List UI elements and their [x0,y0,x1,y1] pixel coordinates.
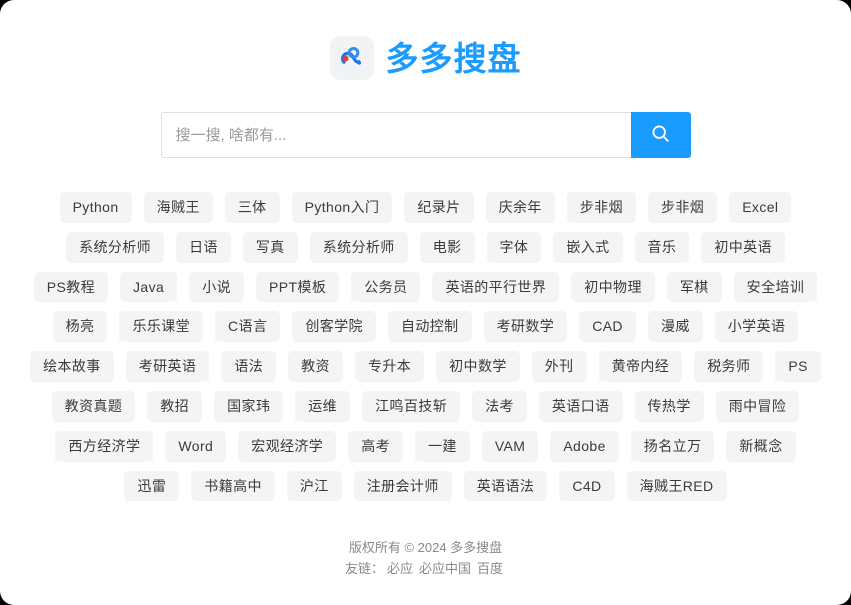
hot-tag[interactable]: C4D [559,470,615,502]
hot-tag[interactable]: 沪江 [286,470,342,502]
hot-tag[interactable]: 专升本 [354,351,425,382]
hot-tag[interactable]: 纪录片 [404,192,474,223]
hot-tag[interactable]: 传热学 [634,390,704,422]
hot-tag[interactable]: 江鸣百技斩 [362,390,461,422]
hot-tag[interactable]: C语言 [215,311,281,343]
hot-tag[interactable]: 新概念 [726,430,796,462]
hot-tag[interactable]: Word [165,430,227,462]
hot-tag[interactable]: 初中物理 [571,271,655,303]
hot-tag[interactable]: PS教程 [33,271,108,303]
cloud-disk-logo-icon [329,36,374,80]
hot-tag[interactable]: 注册会计师 [353,470,452,502]
hot-tag[interactable]: 小说 [189,271,244,303]
hot-tag[interactable]: Python入门 [291,192,393,223]
hot-tag[interactable]: 语法 [221,351,277,382]
hot-tag[interactable]: 写真 [242,231,298,263]
hot-tag[interactable]: 雨中冒险 [715,390,800,422]
search-input[interactable] [160,112,631,158]
hot-tag[interactable]: 庆余年 [485,192,555,223]
hot-tag[interactable]: 小学英语 [714,311,799,343]
hot-tag[interactable]: 扬名立万 [630,430,715,462]
hot-tag[interactable]: 海贼王 [143,192,213,223]
hot-tag[interactable]: 创客学院 [292,311,376,343]
hot-tag[interactable]: 安全培训 [733,271,818,303]
friend-link[interactable]: 必应 [387,561,413,576]
search-bar [160,112,691,158]
hot-tag[interactable]: 税务师 [694,351,764,382]
hot-tag[interactable]: 初中英语 [701,231,785,263]
friend-links-container: 必应 必应中国 百度 [384,561,506,576]
search-icon [650,123,671,147]
hot-tag[interactable]: 三体 [224,192,280,223]
hot-tag-list: Python 海贼王 三体 Python入门 纪录片 庆余年 步非烟 步非烟 Excel 系统分析… [26,192,826,502]
hot-tag[interactable]: 运维 [295,390,351,422]
hot-tag[interactable]: CAD [579,311,636,343]
hot-tag[interactable]: 海贼王RED [626,470,727,502]
hot-tag[interactable]: Python [59,192,132,223]
hot-tag[interactable]: 英语口语 [538,390,623,422]
page-root: 多多搜盘 Python海贼王三体Python入门纪录片庆余年步非烟步非烟Exce… [0,0,851,605]
hot-tag[interactable]: 考研英语 [125,351,210,382]
site-logo[interactable]: 多多搜盘 [329,36,522,80]
friend-link[interactable]: 百度 [477,561,503,576]
hot-tag[interactable]: 英语语法 [463,470,548,502]
hot-tag[interactable]: 高考 [348,430,403,462]
hot-tag[interactable]: 步非烟 [566,192,636,223]
hot-tag[interactable]: Excel [729,192,792,223]
friend-links-row: 友链： 必应 必应中国 百度 [0,558,851,579]
hot-tag[interactable]: 国家玮 [214,390,284,422]
hot-tag[interactable]: PPT模板 [256,271,340,303]
search-button[interactable] [630,112,691,158]
hot-tag[interactable]: 系统分析师 [66,231,165,263]
hot-tag[interactable]: 法考 [472,390,527,422]
footer: 版权所有 © 2024 多多搜盘 友链： 必应 必应中国 百度 [0,537,851,579]
hot-tag[interactable]: 自动控制 [387,311,472,343]
hot-tag[interactable]: 初中数学 [436,351,520,382]
hot-tag[interactable]: 字体 [486,231,542,263]
hot-tag[interactable]: 杨亮 [52,311,108,343]
hot-tag[interactable]: 西方经济学 [55,430,154,462]
hot-tag[interactable]: 电影 [419,231,475,263]
hot-tag[interactable]: 宏观经济学 [238,430,337,462]
hot-tag[interactable]: 嵌入式 [553,231,623,263]
hot-tag[interactable]: VAM [481,430,539,462]
hot-tag[interactable]: 军棋 [666,271,722,303]
hot-tag[interactable]: 日语 [176,231,231,263]
hot-tag[interactable]: 英语的平行世界 [432,271,560,303]
hot-tag[interactable]: 黄帝内经 [598,351,683,382]
friend-link[interactable]: 必应中国 [419,561,471,576]
hot-tag[interactable]: 步非烟 [647,192,718,223]
hot-tag[interactable]: 一建 [415,430,470,462]
site-title: 多多搜盘 [385,39,522,77]
hot-tag[interactable]: 公务员 [351,271,421,303]
copyright-text: 版权所有 © 2024 多多搜盘 [348,540,503,555]
hot-tag[interactable]: 外刊 [531,351,587,382]
friend-links-label: 友链： [344,561,384,576]
hot-tag[interactable]: 书籍高中 [191,470,275,502]
hot-tag[interactable]: PS [775,351,821,382]
hot-tag[interactable]: Adobe [550,430,619,462]
hot-tag[interactable]: 漫威 [647,311,703,343]
hot-tag[interactable]: 系统分析师 [309,231,408,263]
hot-tag[interactable]: 迅雷 [124,470,180,502]
hot-tag[interactable]: 教资真题 [51,390,136,422]
hot-tag[interactable]: 音乐 [634,231,690,263]
hot-tag[interactable]: 绘本故事 [30,351,114,382]
hot-tag[interactable]: 乐乐课堂 [119,311,204,343]
hot-tag[interactable]: 考研数学 [483,311,568,343]
hot-tag[interactable]: Java [120,271,178,303]
hot-tag[interactable]: 教资 [288,351,343,382]
hot-tag[interactable]: 教招 [147,390,203,422]
